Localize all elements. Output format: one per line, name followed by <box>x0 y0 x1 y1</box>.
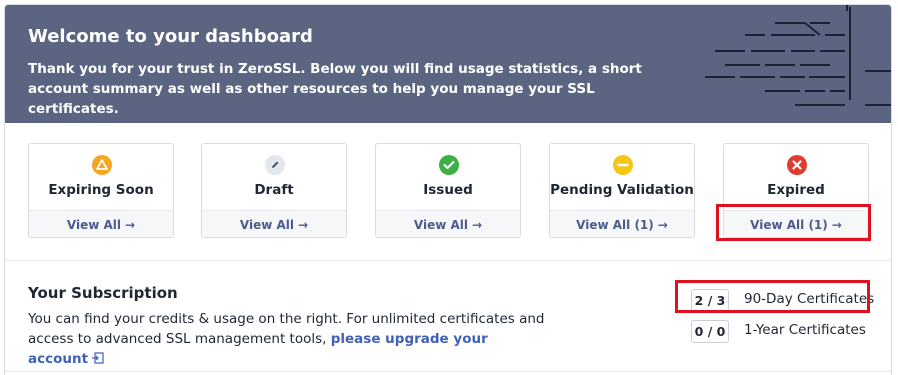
card-pending-validation: Pending Validation View All (1) → <box>549 143 695 238</box>
card-label: Expiring Soon <box>48 182 154 198</box>
welcome-title: Welcome to your dashboard <box>28 26 313 47</box>
card-label: Pending Validation <box>550 182 694 198</box>
card-label: Issued <box>423 182 473 198</box>
warning-triangle-icon <box>92 155 112 175</box>
subscription-title: Your Subscription <box>28 284 178 302</box>
dashboard-panel: Welcome to your dashboard Thank you for … <box>4 4 892 375</box>
arrow-right-icon: → <box>298 218 309 232</box>
usage-label: 1-Year Certificates <box>744 322 866 338</box>
card-label: Draft <box>254 182 294 198</box>
view-all-pending-validation-link[interactable]: View All (1) → <box>550 210 694 237</box>
close-x-icon <box>787 155 807 175</box>
view-all-expiring-soon-link[interactable]: View All → <box>29 210 173 237</box>
decorative-lines-graphic <box>705 5 891 106</box>
highlight-box-expired-view-all <box>716 204 871 241</box>
card-issued: Issued View All → <box>375 143 521 238</box>
usage-count-badge: 0 / 0 <box>691 320 729 343</box>
card-expiring-soon: Expiring Soon View All → <box>28 143 174 238</box>
view-all-issued-link[interactable]: View All → <box>376 210 520 237</box>
minus-icon <box>613 155 633 175</box>
welcome-banner: Welcome to your dashboard Thank you for … <box>5 5 891 123</box>
card-draft: Draft View All → <box>201 143 347 238</box>
arrow-right-icon: → <box>657 218 668 232</box>
subscription-text: You can find your credits & usage on the… <box>28 309 548 369</box>
external-link-icon <box>92 352 104 364</box>
arrow-right-icon: → <box>125 218 136 232</box>
welcome-text: Thank you for your trust in ZeroSSL. Bel… <box>28 61 642 117</box>
view-all-draft-link[interactable]: View All → <box>202 210 346 237</box>
arrow-right-icon: → <box>472 218 483 232</box>
subscription-section: Your Subscription You can find your cred… <box>5 262 891 372</box>
check-icon <box>439 155 459 175</box>
highlight-box-90-day-certificates <box>675 280 870 313</box>
card-label: Expired <box>767 182 825 198</box>
pencil-icon <box>265 155 285 175</box>
